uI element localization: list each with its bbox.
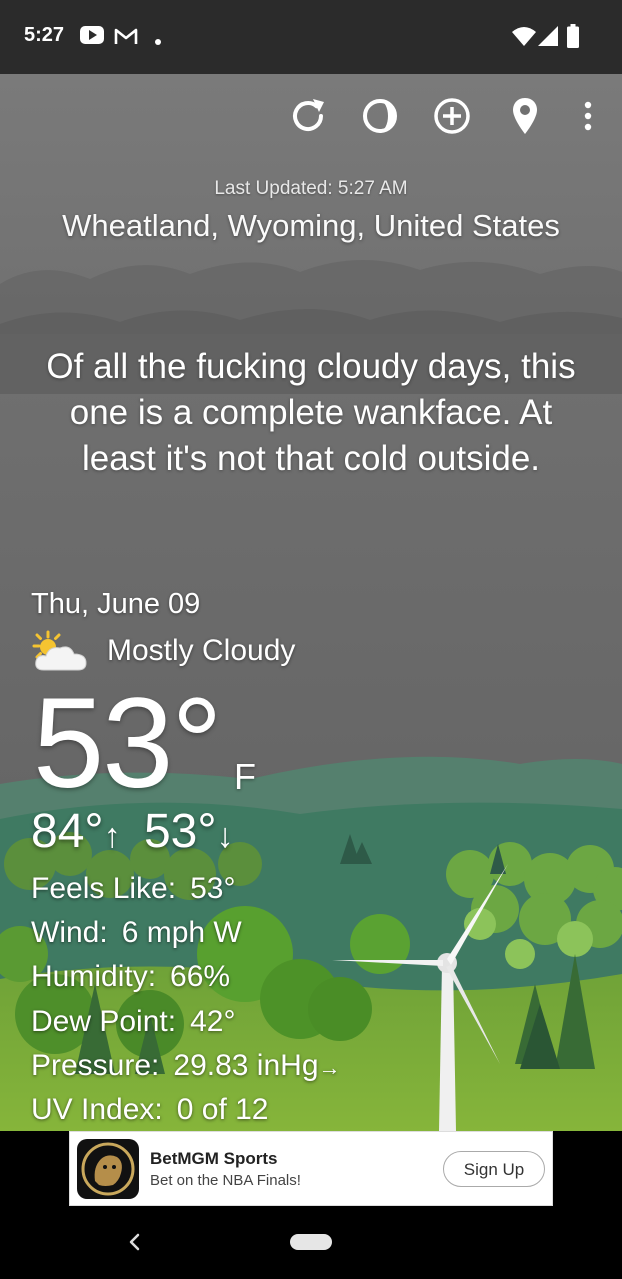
pressure-label: Pressure: (31, 1049, 160, 1082)
theme-icon (360, 96, 400, 141)
location-title[interactable]: Wheatland, Wyoming, United States (0, 208, 622, 244)
low-arrow-icon: ↓ (216, 817, 234, 855)
uv-index-row: UV Index: 0 of 12 (31, 1093, 268, 1127)
ad-title: BetMGM Sports (150, 1149, 278, 1168)
location-pin-icon (510, 96, 540, 141)
humidity-value: 66% (170, 960, 231, 993)
humidity-label: Humidity: (31, 960, 157, 993)
battery-icon (567, 24, 579, 53)
add-location-button[interactable] (430, 96, 474, 140)
weather-screen: Last Updated: 5:27 AM Wheatland, Wyoming… (0, 74, 622, 1131)
uv-index-value: 0 of 12 (176, 1093, 269, 1126)
notification-dot-icon (154, 33, 162, 51)
dew-point-value: 42° (190, 1005, 236, 1038)
feels-like-value: 53° (190, 872, 236, 905)
wind-label: Wind: (31, 916, 108, 949)
ad-logo (77, 1139, 139, 1199)
pressure-value: 29.83 inHg (173, 1049, 319, 1082)
feels-like-label: Feels Like: (31, 872, 177, 905)
high-temp: 84° (31, 805, 104, 858)
temperature-unit: F (234, 756, 256, 797)
ad-subtitle: Bet on the NBA Finals! (150, 1172, 301, 1189)
navigation-bar (0, 1206, 622, 1279)
dew-point-label: Dew Point: (31, 1005, 177, 1038)
ad-banner[interactable]: BetMGM Sports Bet on the NBA Finals! Sig… (69, 1131, 553, 1206)
back-icon[interactable] (120, 1226, 150, 1258)
low-temp: 53° (143, 805, 217, 858)
status-bar: 5:27 (0, 0, 622, 74)
weather-headline: Of all the fucking cloudy days, this one… (46, 347, 576, 478)
overflow-menu-icon (583, 101, 593, 136)
dew-point-row: Dew Point: 42° (31, 1005, 235, 1039)
add-location-icon (432, 96, 472, 141)
wifi-icon (512, 26, 536, 51)
wind-row: Wind: 6 mph W (31, 916, 242, 950)
youtube-icon (80, 26, 104, 49)
current-temperature: 53° (33, 672, 223, 815)
high-arrow-icon: ↑ (103, 817, 121, 855)
theme-button[interactable] (358, 96, 402, 140)
high-low: 84°↑ 53°↓ (31, 804, 234, 859)
condition-text: Mostly Cloudy (107, 634, 296, 667)
humidity-row: Humidity: 66% (31, 960, 230, 994)
refresh-icon (288, 96, 328, 141)
current-date: Thu, June 09 (31, 588, 201, 620)
location-button[interactable] (503, 96, 547, 140)
last-updated: Last Updated: 5:27 AM (214, 178, 408, 199)
gmail-icon (114, 27, 138, 50)
overflow-menu-button[interactable] (566, 96, 610, 140)
ad-sign-up-button[interactable]: Sign Up (443, 1151, 545, 1187)
wind-value: 6 mph W (121, 916, 242, 949)
pressure-row: Pressure: 29.83 inHg→ (31, 1049, 341, 1083)
home-pill-button[interactable] (290, 1234, 332, 1250)
signal-icon (538, 26, 558, 51)
pressure-trend-icon: → (318, 1055, 341, 1080)
refresh-button[interactable] (286, 96, 330, 140)
feels-like-row: Feels Like: 53° (31, 872, 235, 906)
status-time: 5:27 (24, 24, 65, 46)
uv-index-label: UV Index: (31, 1093, 163, 1126)
